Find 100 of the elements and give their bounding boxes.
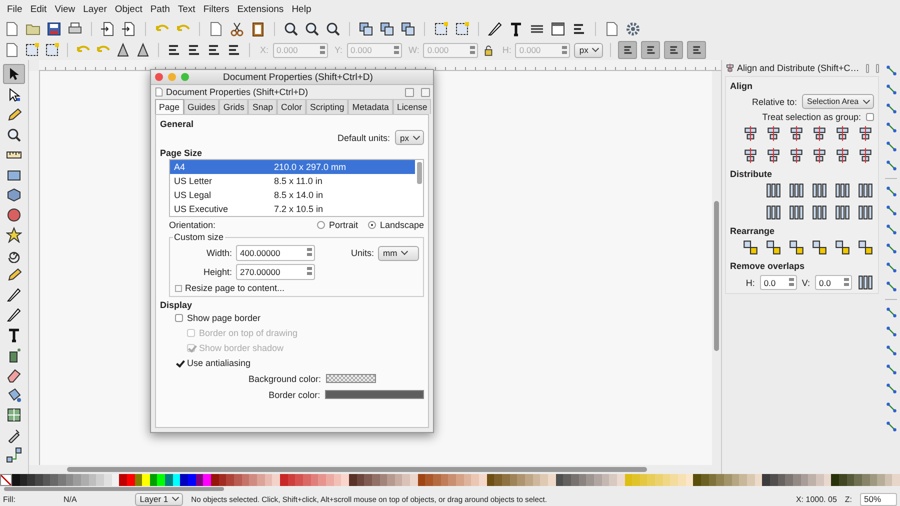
menu-item[interactable]: Filters: [199, 4, 234, 14]
tab[interactable]: Guides: [184, 99, 220, 114]
rearrange-icon[interactable]: [765, 239, 782, 256]
tool-button[interactable]: [4, 226, 24, 244]
checkbox-option[interactable]: Use antialiasing: [175, 356, 251, 370]
document-icon[interactable]: [4, 42, 20, 58]
triangle-icon[interactable]: [115, 42, 131, 58]
node-snap-icon[interactable]: [884, 280, 898, 293]
color-button[interactable]: [326, 374, 376, 383]
menu-item[interactable]: File: [3, 4, 26, 14]
radio-option[interactable]: Landscape: [368, 220, 424, 230]
align-bars-icon[interactable]: [811, 147, 828, 164]
menu-item[interactable]: Path: [146, 4, 174, 14]
bars-icon[interactable]: [206, 42, 222, 58]
menu-item[interactable]: Text: [174, 4, 200, 14]
node-snap-icon[interactable]: [884, 159, 898, 172]
pen-icon[interactable]: [487, 21, 503, 37]
rearrange-icon[interactable]: [811, 239, 828, 256]
bars-icon[interactable]: [166, 42, 182, 58]
node-snap-icon[interactable]: [884, 185, 898, 198]
columns-icon[interactable]: [857, 204, 874, 221]
node-snap-icon[interactable]: [884, 420, 898, 433]
zoom-icon[interactable]: [283, 21, 299, 37]
node-snap-icon[interactable]: [884, 140, 898, 153]
dashed-box-icon[interactable]: [433, 21, 449, 37]
align-bars-icon[interactable]: [765, 125, 782, 142]
tab[interactable]: Page: [155, 99, 184, 114]
units-dropdown[interactable]: mm: [378, 246, 419, 260]
columns-icon[interactable]: [765, 204, 782, 221]
align-bars-icon[interactable]: [857, 147, 874, 164]
tab[interactable]: Snap: [248, 99, 277, 114]
zoom-icon[interactable]: [304, 21, 320, 37]
menu-item[interactable]: Edit: [26, 4, 51, 14]
columns-icon[interactable]: [788, 204, 805, 221]
columns-icon[interactable]: [788, 182, 805, 199]
node-snap-icon[interactable]: [884, 261, 898, 274]
list-row[interactable]: US Executive 7.2 x 10.5 in: [170, 202, 415, 216]
align-bars-icon[interactable]: [811, 125, 828, 142]
menu-item[interactable]: Object: [110, 4, 146, 14]
toggle-button[interactable]: [687, 41, 706, 59]
node-snap-icon[interactable]: [884, 64, 898, 77]
stacked-squares-icon[interactable]: [400, 21, 416, 37]
spin-field[interactable]: 0.0: [760, 275, 797, 290]
close-button[interactable]: [421, 88, 430, 96]
columns-icon[interactable]: [834, 204, 851, 221]
units-dropdown[interactable]: px: [574, 42, 604, 58]
menu-item[interactable]: Extensions: [233, 4, 288, 14]
gear-icon[interactable]: [625, 21, 641, 37]
list-row[interactable]: A4 210.0 x 297.0 mm: [170, 160, 415, 174]
menu-item[interactable]: Help: [288, 4, 316, 14]
zoom-icon[interactable]: [325, 21, 341, 37]
document-icon[interactable]: [604, 21, 620, 37]
rearrange-icon[interactable]: [742, 239, 759, 256]
stacked-squares-icon[interactable]: [379, 21, 395, 37]
checkbox-option[interactable]: Show page border: [175, 311, 261, 325]
align-bars-icon[interactable]: [742, 147, 759, 164]
layer-dropdown[interactable]: Layer 1: [134, 492, 184, 506]
node-snap-icon[interactable]: [884, 306, 898, 319]
document-arrow-icon[interactable]: [121, 21, 137, 37]
expander[interactable]: Resize page to content...: [175, 283, 419, 293]
stacked-squares-icon[interactable]: [358, 21, 374, 37]
text-cursor-icon[interactable]: [508, 21, 524, 37]
checkbox[interactable]: [866, 113, 874, 121]
align-bars-icon[interactable]: [788, 125, 805, 142]
toggle-button[interactable]: [664, 41, 684, 59]
bars-icon[interactable]: [186, 42, 202, 58]
color-palette[interactable]: [12, 474, 900, 486]
node-snap-icon[interactable]: [884, 223, 898, 236]
spin-field[interactable]: 0.0: [815, 275, 852, 290]
document-icon[interactable]: [208, 21, 224, 37]
rearrange-icon[interactable]: [834, 239, 851, 256]
align-bars-icon[interactable]: [834, 147, 851, 164]
color-button[interactable]: [325, 390, 424, 399]
align-bars-icon[interactable]: [834, 125, 851, 142]
close-light[interactable]: [155, 73, 163, 81]
dock-button[interactable]: [866, 64, 870, 72]
tab[interactable]: Color: [277, 99, 306, 114]
tab[interactable]: Scripting: [306, 99, 348, 114]
columns-icon[interactable]: [834, 182, 851, 199]
rearrange-icon[interactable]: [788, 239, 805, 256]
columns-icon[interactable]: [857, 182, 874, 199]
list-row[interactable]: US Letter 8.5 x 11.0 in: [170, 174, 415, 188]
spin-field[interactable]: 270.00000: [236, 264, 315, 280]
rearrange-icon[interactable]: [857, 239, 874, 256]
tool-button[interactable]: [4, 446, 24, 464]
columns-icon[interactable]: [765, 182, 782, 199]
toggle-button[interactable]: [641, 41, 660, 59]
node-snap-icon[interactable]: [884, 363, 898, 376]
spin-field[interactable]: 400.00000: [236, 245, 315, 261]
align-bars-icon[interactable]: [765, 147, 782, 164]
tool-button[interactable]: [3, 64, 25, 84]
columns-icon[interactable]: [811, 204, 828, 221]
clipboard-icon[interactable]: [250, 21, 266, 37]
node-snap-icon[interactable]: [884, 344, 898, 357]
node-snap-icon[interactable]: [884, 401, 898, 414]
list-row[interactable]: US Legal 8.5 x 14.0 in: [170, 188, 415, 202]
node-snap-icon[interactable]: [884, 121, 898, 134]
tab[interactable]: License: [392, 99, 432, 114]
tab[interactable]: Metadata: [348, 99, 393, 114]
window-icon[interactable]: [550, 21, 566, 37]
